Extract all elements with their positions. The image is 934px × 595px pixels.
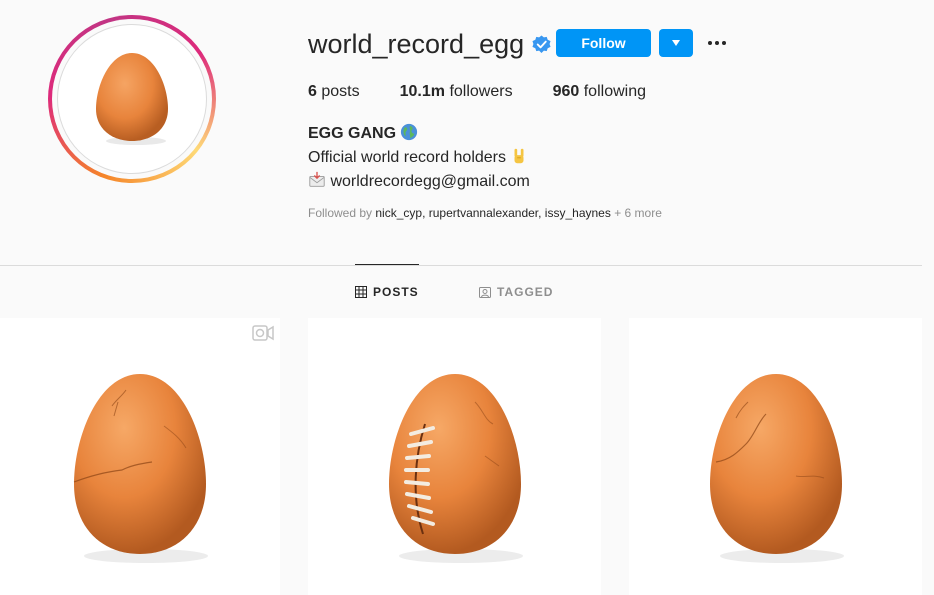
followed-by-more[interactable]: + 6 more	[614, 206, 662, 220]
bio-name: EGG GANG	[308, 125, 397, 142]
story-ring[interactable]	[48, 15, 216, 183]
followed-by-names[interactable]: nick_cyp, rupertvannalexander, issy_hayn…	[375, 206, 610, 220]
verified-badge-icon	[532, 34, 551, 53]
active-tab-indicator	[355, 264, 419, 265]
post-thumbnail[interactable]	[629, 318, 922, 595]
bio-text: Official world record holders	[308, 149, 507, 166]
bio-email-line: worldrecordegg@gmail.com	[308, 170, 530, 194]
profile-stats: 6 posts 10.1m followers 960 following	[308, 83, 686, 101]
suggested-dropdown-button[interactable]	[659, 29, 693, 57]
username-row: world_record_egg	[308, 26, 551, 62]
followed-by[interactable]: Followed by nick_cyp, rupertvannalexande…	[308, 206, 662, 220]
football-egg-image	[388, 374, 523, 563]
tab-posts[interactable]: POSTS	[355, 284, 419, 300]
following-label: following	[583, 83, 646, 100]
post-thumbnail[interactable]	[308, 318, 601, 595]
avatar[interactable]	[57, 24, 207, 174]
followers-count: 10.1m	[399, 83, 445, 100]
following-stat[interactable]: 960 following	[553, 83, 646, 101]
bio-line: Official world record holders	[308, 146, 530, 170]
followed-by-prefix: Followed by	[308, 206, 373, 220]
egg-avatar-image	[96, 53, 168, 145]
cracked-egg-image	[709, 374, 844, 563]
bio-email[interactable]: worldrecordegg@gmail.com	[330, 173, 529, 190]
globe-emoji-icon	[401, 123, 418, 141]
posts-count: 6	[308, 83, 317, 100]
bio: EGG GANG Official world record holders w…	[308, 122, 530, 194]
tab-tagged-label: TAGGED	[497, 285, 554, 299]
post-thumbnail[interactable]	[0, 318, 280, 595]
followers-label: followers	[449, 83, 513, 100]
cracked-egg-image	[73, 374, 208, 563]
tagged-icon	[479, 287, 491, 298]
profile-page: world_record_egg Follow 6 posts 10.1m fo…	[0, 0, 934, 595]
followers-stat[interactable]: 10.1m followers	[400, 83, 513, 101]
more-options-button[interactable]	[705, 31, 729, 55]
ellipsis-icon	[708, 41, 726, 45]
tab-tagged[interactable]: TAGGED	[479, 284, 553, 300]
mail-envelope-emoji-icon	[309, 171, 325, 187]
video-icon	[252, 325, 274, 341]
tabs-divider	[0, 265, 922, 266]
grid-icon	[355, 286, 367, 298]
posts-stat: 6 posts	[308, 83, 360, 101]
caret-down-icon	[672, 40, 680, 46]
following-count: 960	[552, 83, 580, 100]
follow-button[interactable]: Follow	[556, 29, 651, 57]
bio-name-line: EGG GANG	[308, 122, 530, 146]
tab-posts-label: POSTS	[373, 285, 419, 299]
posts-label: posts	[321, 83, 360, 100]
username: world_record_egg	[308, 28, 525, 59]
rock-hand-emoji-icon	[514, 148, 524, 164]
